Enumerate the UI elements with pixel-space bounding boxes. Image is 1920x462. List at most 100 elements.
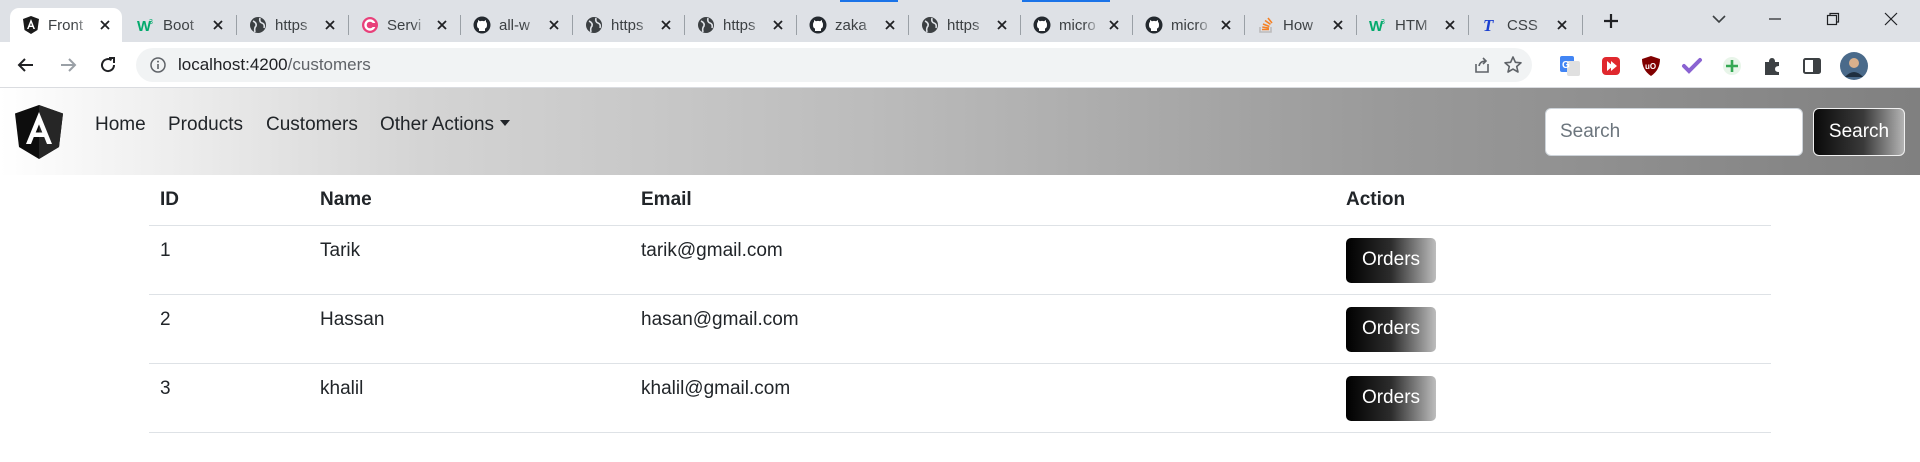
svg-text:3: 3 bbox=[149, 19, 153, 26]
close-tab-icon[interactable] bbox=[1329, 16, 1347, 34]
close-tab-icon[interactable] bbox=[433, 16, 451, 34]
close-tab-icon[interactable] bbox=[1105, 16, 1123, 34]
close-tab-icon[interactable] bbox=[1217, 16, 1235, 34]
reload-icon bbox=[101, 57, 116, 73]
close-tab-icon[interactable] bbox=[769, 16, 787, 34]
w3schools-icon: W3 bbox=[1369, 16, 1387, 34]
forward-button[interactable] bbox=[52, 49, 84, 81]
close-tab-icon[interactable] bbox=[321, 16, 339, 34]
orders-button[interactable]: Orders bbox=[1346, 375, 1436, 421]
tab-title: micro bbox=[1171, 16, 1208, 34]
share-icon[interactable] bbox=[1472, 55, 1492, 75]
stackoverflow-icon bbox=[1257, 16, 1275, 34]
search-input[interactable] bbox=[1545, 108, 1803, 156]
tab-title: https bbox=[275, 16, 308, 34]
browser-tab[interactable]: How bbox=[1245, 8, 1355, 42]
browser-tab[interactable]: Servi bbox=[349, 8, 459, 42]
bookmark-star-icon[interactable] bbox=[1503, 55, 1523, 75]
url-text: localhost:4200/customers bbox=[178, 55, 371, 75]
profile-avatar[interactable] bbox=[1840, 52, 1868, 80]
close-tab-icon[interactable] bbox=[1553, 16, 1571, 34]
tab-title: https bbox=[947, 16, 980, 34]
media-extension-icon[interactable] bbox=[1600, 55, 1622, 77]
nav-home-link[interactable]: Home bbox=[95, 114, 146, 136]
restore-button[interactable] bbox=[1810, 0, 1856, 38]
browser-tab[interactable]: T CSS bbox=[1469, 8, 1579, 42]
globe-icon bbox=[697, 16, 715, 34]
tab-loading-indicator bbox=[840, 0, 898, 2]
checkmark-extension-icon[interactable] bbox=[1681, 55, 1703, 77]
orders-button[interactable]: Orders bbox=[1346, 306, 1436, 352]
table-row: 1 Tarik tarik@gmail.com Orders bbox=[149, 225, 1771, 295]
tab-title: all-w bbox=[499, 16, 530, 34]
angular-logo-icon[interactable] bbox=[14, 104, 64, 160]
cell-id: 1 bbox=[149, 225, 309, 295]
browser-tab[interactable]: W3 HTM bbox=[1357, 8, 1467, 42]
nav-other-actions-label: Other Actions bbox=[380, 114, 495, 135]
browser-tab[interactable]: micro bbox=[1021, 8, 1131, 42]
app-navbar: Home Products Customers Other Actions Se… bbox=[0, 88, 1920, 175]
search-button[interactable]: Search bbox=[1813, 108, 1905, 156]
github-icon bbox=[1033, 16, 1051, 34]
table-header-row: ID Name Email Action bbox=[149, 175, 1771, 226]
column-header-email: Email bbox=[630, 175, 1335, 226]
tab-title: CSS bbox=[1507, 16, 1538, 34]
angular-icon bbox=[22, 16, 40, 34]
orders-button[interactable]: Orders bbox=[1346, 237, 1436, 283]
url-path: /customers bbox=[287, 55, 371, 74]
cell-action: Orders bbox=[1335, 363, 1771, 433]
browser-tab[interactable]: https bbox=[685, 8, 795, 42]
tab-title: micro bbox=[1059, 16, 1096, 34]
cell-name: Hassan bbox=[309, 294, 630, 364]
address-bar[interactable]: localhost:4200/customers bbox=[136, 48, 1532, 82]
table-row: 3 khalil khalil@gmail.com Orders bbox=[149, 363, 1771, 433]
puzzle-extensions-icon[interactable] bbox=[1761, 55, 1783, 77]
column-header-id: ID bbox=[149, 175, 309, 226]
nav-products-link[interactable]: Products bbox=[168, 114, 243, 136]
globe-icon bbox=[921, 16, 939, 34]
browser-tab[interactable]: zaka bbox=[797, 8, 907, 42]
close-tab-icon[interactable] bbox=[881, 16, 899, 34]
browser-tab[interactable]: https bbox=[237, 8, 347, 42]
restore-icon bbox=[1826, 12, 1840, 26]
nav-other-actions-dropdown[interactable]: Other Actions bbox=[380, 114, 511, 136]
browser-tab[interactable]: https bbox=[573, 8, 683, 42]
tab-title: Servi bbox=[387, 16, 422, 34]
cell-name: khalil bbox=[309, 363, 630, 433]
reload-button[interactable] bbox=[92, 49, 124, 81]
close-tab-icon[interactable] bbox=[657, 16, 675, 34]
close-tab-icon[interactable] bbox=[209, 16, 227, 34]
browser-tab[interactable]: W3 Boot bbox=[125, 8, 235, 42]
cell-action: Orders bbox=[1335, 294, 1771, 364]
svg-text:T: T bbox=[1483, 16, 1494, 34]
cell-email: tarik@gmail.com bbox=[630, 225, 1335, 295]
tab-loading-indicator bbox=[1022, 0, 1110, 2]
table-row: 2 Hassan hasan@gmail.com Orders bbox=[149, 294, 1771, 364]
ublock-origin-icon[interactable]: uO bbox=[1640, 55, 1662, 77]
back-button[interactable] bbox=[10, 49, 42, 81]
browser-tab[interactable]: https bbox=[909, 8, 1019, 42]
browser-tab-active[interactable]: Front bbox=[10, 8, 122, 42]
close-tab-icon[interactable] bbox=[545, 16, 563, 34]
new-tab-button[interactable] bbox=[1598, 8, 1624, 34]
globe-icon bbox=[585, 16, 603, 34]
cell-email: khalil@gmail.com bbox=[630, 363, 1335, 433]
close-tab-icon[interactable] bbox=[993, 16, 1011, 34]
cell-action: Orders bbox=[1335, 225, 1771, 295]
nav-customers-link[interactable]: Customers bbox=[266, 114, 358, 136]
side-panel-icon[interactable] bbox=[1801, 55, 1823, 77]
github-icon bbox=[1145, 16, 1163, 34]
minimize-button[interactable] bbox=[1752, 0, 1798, 38]
browser-tab[interactable]: micro bbox=[1133, 8, 1243, 42]
google-translate-icon[interactable]: G bbox=[1559, 55, 1581, 77]
tab-search-button[interactable] bbox=[1696, 0, 1742, 38]
tab-title: How bbox=[1283, 16, 1314, 34]
customers-table: ID Name Email Action 1 Tarik tarik@gmail… bbox=[149, 175, 1771, 433]
close-window-button[interactable] bbox=[1868, 0, 1914, 38]
browser-tab[interactable]: all-w bbox=[461, 8, 571, 42]
add-extension-icon[interactable] bbox=[1721, 55, 1743, 77]
info-icon[interactable] bbox=[148, 55, 168, 75]
tab-title: zaka bbox=[835, 16, 867, 34]
close-tab-icon[interactable] bbox=[96, 16, 114, 34]
close-tab-icon[interactable] bbox=[1441, 16, 1459, 34]
